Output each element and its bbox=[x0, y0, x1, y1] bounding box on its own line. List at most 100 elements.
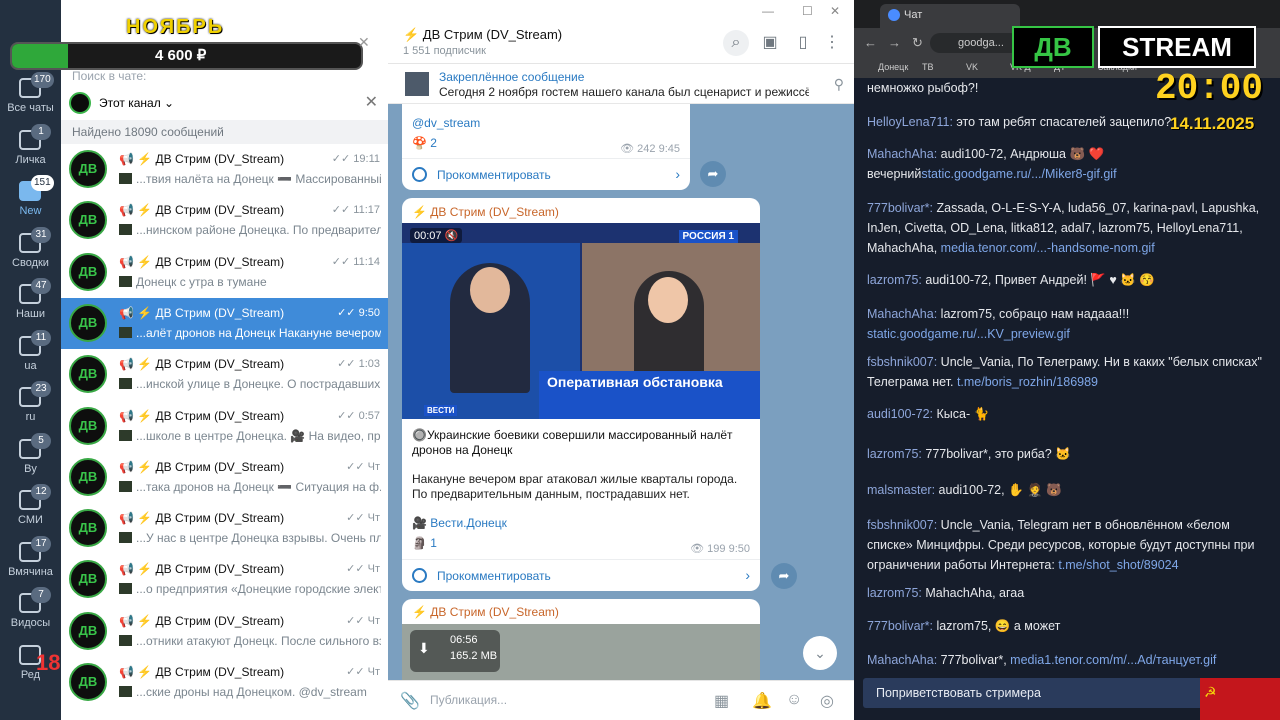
comment-icon bbox=[412, 167, 427, 182]
schedule-icon[interactable]: ▦ bbox=[714, 691, 729, 711]
chat-message: fsbshnik007: Uncle_Vania, По Телеграму. … bbox=[867, 352, 1262, 392]
close-icon[interactable]: ✕ bbox=[365, 92, 378, 112]
chat-username[interactable]: lazrom75: bbox=[867, 586, 922, 600]
chat-username[interactable]: malsmaster: bbox=[867, 483, 935, 497]
chat-link[interactable]: media.tenor.com/...-handsome-nom.gif bbox=[941, 241, 1155, 255]
minimize-icon[interactable]: — bbox=[762, 4, 774, 18]
result-preview-text: ...ские дроны над Донецком. @dv_stream bbox=[136, 685, 367, 699]
clear-search-icon[interactable]: ✕ bbox=[358, 34, 370, 51]
compose-input[interactable]: Публикация... bbox=[430, 693, 507, 707]
comment-button[interactable]: Прокомментировать › bbox=[402, 158, 690, 190]
bookmark[interactable]: Донецк bbox=[878, 62, 908, 72]
reaction[interactable]: 🍄 2 bbox=[412, 136, 437, 150]
search-result-row[interactable]: ДВ 📢 ⚡ ДВ Стрим (DV_Stream) ✓✓ 11:14 Донецк… bbox=[61, 247, 388, 298]
chat-username[interactable]: lazrom75: bbox=[867, 273, 922, 287]
maximize-icon[interactable]: ☐ bbox=[802, 4, 813, 18]
chat-username[interactable]: audi100-72: bbox=[867, 407, 933, 421]
chat-username[interactable]: fsbshnik007: bbox=[867, 518, 937, 532]
folder-4[interactable]: 31 Сводки bbox=[0, 225, 61, 275]
folder-6[interactable]: 11 ua bbox=[0, 328, 61, 378]
chat-link[interactable]: t.me/shot_shot/89024 bbox=[1058, 558, 1178, 572]
chat-message: 777bolivar*: Zassada, O-L-E-S-Y-A, luda5… bbox=[867, 198, 1262, 258]
chat-username[interactable]: fsbshnik007: bbox=[867, 355, 937, 369]
video-time[interactable]: 00:07 🔇 bbox=[410, 228, 463, 243]
chat-username[interactable]: HelloyLena711: bbox=[867, 115, 953, 129]
browser-tab[interactable]: Чат bbox=[880, 4, 1020, 28]
search-result-row[interactable]: ДВ 📢 ⚡ ДВ Стрим (DV_Stream) ✓✓ Чт ...така д… bbox=[61, 452, 388, 503]
chat-link[interactable]: static.goodgame.ru/.../Miker8-gif.gif bbox=[921, 167, 1116, 181]
thumbnail bbox=[119, 686, 132, 697]
anchor-face bbox=[470, 267, 510, 313]
result-name: 📢 ⚡ ДВ Стрим (DV_Stream) bbox=[119, 511, 285, 526]
post-author[interactable]: ⚡ ДВ Стрим (DV_Stream) bbox=[412, 205, 559, 219]
chat-message: 777bolivar*: lazrom75, 😄 а может bbox=[867, 616, 1262, 636]
folder-5[interactable]: 47 Наши bbox=[0, 276, 61, 326]
result-name: 📢 ⚡ ДВ Стрим (DV_Stream) bbox=[119, 459, 285, 474]
download-button[interactable]: ⬇ 06:56 165.2 MB bbox=[410, 630, 500, 672]
thumbnail bbox=[119, 532, 132, 544]
stream-icon[interactable]: ▣ bbox=[757, 30, 783, 56]
reload-icon[interactable]: ↻ bbox=[912, 35, 923, 51]
folder-7[interactable]: 23 ru bbox=[0, 379, 61, 429]
pinned-message[interactable]: Закреплённое сообщение Сегодня 2 ноября … bbox=[388, 64, 854, 104]
close-window-icon[interactable]: ✕ bbox=[830, 4, 840, 18]
chat-username[interactable]: MahachAha: bbox=[867, 307, 937, 321]
chat-username[interactable]: 777bolivar*: bbox=[867, 201, 933, 215]
search-result-row[interactable]: ДВ 📢 ⚡ ДВ Стрим (DV_Stream) ✓✓ Чт ...отники… bbox=[61, 606, 388, 657]
bell-icon[interactable]: 🔔 bbox=[752, 691, 772, 711]
chat-username[interactable]: lazrom75: bbox=[867, 447, 922, 461]
chat-link[interactable]: t.me/boris_rozhin/186989 bbox=[957, 375, 1098, 389]
folder-3[interactable]: 151 New bbox=[0, 173, 61, 223]
reaction[interactable]: 🗿 1 bbox=[412, 536, 437, 550]
chat-link[interactable]: static.goodgame.ru/...KV_preview.gif bbox=[867, 327, 1070, 341]
search-result-row[interactable]: ДВ 📢 ⚡ ДВ Стрим (DV_Stream) ✓✓ 0:57 ...школ… bbox=[61, 401, 388, 452]
folder-9[interactable]: 12 СМИ bbox=[0, 482, 61, 532]
pin-list-icon[interactable]: ⚲ bbox=[834, 76, 844, 93]
sidebar-icon[interactable]: ▯ bbox=[790, 30, 816, 56]
chat-link[interactable]: media1.tenor.com/m/...Ad/танцует.gif bbox=[1010, 653, 1216, 667]
forward-icon[interactable]: ➦ bbox=[700, 161, 726, 187]
folder-label: New bbox=[19, 205, 42, 217]
search-scope[interactable]: Этот канал ⌄ ✕ bbox=[61, 88, 388, 120]
search-result-row[interactable]: ДВ 📢 ⚡ ДВ Стрим (DV_Stream) ✓✓ Чт ...о пред… bbox=[61, 554, 388, 605]
forward-icon[interactable]: ➦ bbox=[771, 563, 797, 589]
attach-icon[interactable]: 📎 bbox=[400, 691, 420, 711]
result-preview-text: ...о предприятия «Донецкие городские эле… bbox=[136, 582, 381, 597]
chat-username[interactable]: MahachAha: bbox=[867, 147, 937, 161]
folder-8[interactable]: 5 By bbox=[0, 431, 61, 481]
channel-title[interactable]: ⚡ ДВ Стрим (DV_Stream) bbox=[403, 27, 562, 43]
chat-message: MahachAha: 777bolivar*, media1.tenor.com… bbox=[867, 650, 1262, 670]
video-caption: Оперативная обстановка bbox=[539, 371, 760, 419]
search-result-row[interactable]: ДВ 📢 ⚡ ДВ Стрим (DV_Stream) ✓✓ 19:11 ...тви… bbox=[61, 144, 388, 195]
post-author[interactable]: ⚡ ДВ Стрим (DV_Stream) bbox=[412, 605, 559, 619]
bookmark[interactable]: VK bbox=[966, 62, 978, 72]
chat-username[interactable]: 777bolivar*: bbox=[867, 619, 933, 633]
search-result-row[interactable]: ДВ 📢 ⚡ ДВ Стрим (DV_Stream) ✓✓ Чт ...ские д… bbox=[61, 657, 388, 708]
comment-button[interactable]: Прокомментировать › bbox=[402, 559, 760, 591]
search-icon[interactable]: ⌕ bbox=[723, 30, 749, 56]
video-player[interactable]: Оперативная обстановка 00:07 🔇 РОССИЯ 1 … bbox=[402, 223, 760, 419]
folder-10[interactable]: 17 Вмячина bbox=[0, 534, 61, 584]
folder-2[interactable]: 1 Личка bbox=[0, 122, 61, 172]
post-source[interactable]: 🎥 Вести.Донецк bbox=[412, 516, 507, 530]
folder-11[interactable]: 7 Видосы bbox=[0, 585, 61, 635]
search-result-row[interactable]: ДВ 📢 ⚡ ДВ Стрим (DV_Stream) ✓✓ 9:50 ...алёт… bbox=[61, 297, 388, 349]
more-icon[interactable]: ⋮ bbox=[819, 30, 845, 56]
folder-badge: 12 bbox=[31, 484, 51, 500]
search-result-row[interactable]: ДВ 📢 ⚡ ДВ Стрим (DV_Stream) ✓✓ Чт ...У нас … bbox=[61, 503, 388, 554]
chat-username[interactable]: MahachAha: bbox=[867, 653, 937, 667]
bookmark[interactable]: ТВ bbox=[922, 62, 934, 72]
channel-link[interactable]: @dv_stream bbox=[412, 116, 480, 130]
folder-1[interactable]: 170 Все чаты bbox=[0, 70, 61, 120]
folder-label: СМИ bbox=[18, 514, 43, 526]
search-result-row[interactable]: ДВ 📢 ⚡ ДВ Стрим (DV_Stream) ✓✓ 11:17 ...нин… bbox=[61, 195, 388, 246]
scroll-down-button[interactable]: ⌄ bbox=[803, 636, 837, 670]
back-icon[interactable]: ← bbox=[864, 35, 877, 50]
search-result-row[interactable]: ДВ 📢 ⚡ ДВ Стрим (DV_Stream) ✓✓ 1:03 ...инск… bbox=[61, 349, 388, 400]
forward-nav-icon[interactable]: → bbox=[888, 35, 901, 50]
emoji-icon[interactable]: ☺ bbox=[786, 691, 802, 709]
url-bar[interactable]: goodga... bbox=[930, 33, 1020, 53]
chevron-right-icon: › bbox=[745, 567, 750, 583]
camera-icon[interactable]: ◎ bbox=[820, 691, 834, 711]
channel-avatar: ДВ bbox=[69, 509, 107, 548]
